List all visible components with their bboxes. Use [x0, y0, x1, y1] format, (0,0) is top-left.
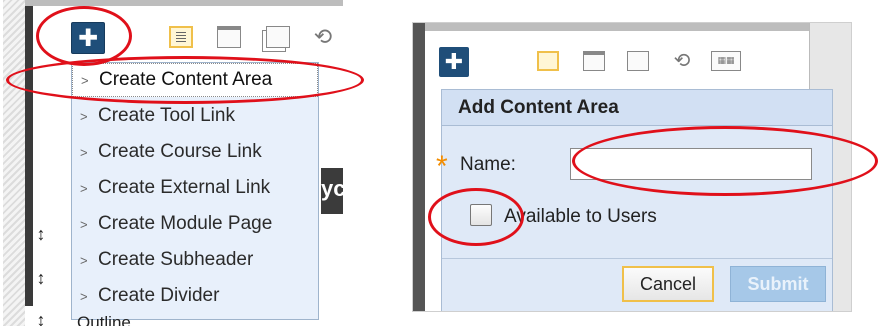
chevron-right-icon: > [80, 252, 88, 268]
chevron-right-icon: > [80, 216, 88, 232]
folder-icon[interactable] [583, 51, 605, 71]
menu-item-label: Create Divider [98, 285, 220, 306]
drag-handle-icon[interactable]: ↕ [33, 268, 49, 289]
menu-item-create-course-link[interactable]: > Create Course Link [72, 135, 318, 169]
grid-icon[interactable]: ▦▦ [711, 51, 741, 71]
cancel-button[interactable]: Cancel [622, 266, 714, 302]
dark-side-strip [413, 23, 425, 311]
highlight-ring-available-checkbox [428, 188, 524, 246]
window-icon[interactable] [266, 26, 290, 48]
name-label: Name: [460, 154, 516, 175]
highlight-ring-name-input [572, 126, 878, 196]
list-view-icon[interactable] [169, 26, 193, 48]
menu-item-create-module-page[interactable]: > Create Module Page [72, 207, 318, 241]
hatched-margin [3, 0, 25, 326]
menu-item-label: Create External Link [98, 177, 271, 198]
highlight-ring-create-content-area [6, 56, 364, 104]
chevron-right-icon: > [80, 180, 88, 196]
dialog-title: Add Content Area [442, 90, 832, 126]
menu-item-label: Create Module Page [98, 213, 273, 234]
add-menu-item-button[interactable]: ✚ [439, 47, 469, 77]
outline-item-label: Outline [77, 313, 131, 326]
required-star-icon: * [436, 150, 448, 183]
chevron-right-icon: > [80, 144, 88, 160]
menu-item-create-external-link[interactable]: > Create External Link [72, 171, 318, 205]
menu-item-label: Create Subheader [98, 249, 254, 270]
menu-item-create-tool-link[interactable]: > Create Tool Link [72, 99, 318, 133]
dark-side-strip [25, 6, 33, 306]
menu-item-create-subheader[interactable]: > Create Subheader [72, 243, 318, 277]
frame-top-bar [425, 23, 851, 31]
chevron-right-icon: > [80, 108, 88, 124]
dialog-divider [442, 258, 832, 259]
window-icon[interactable] [627, 51, 649, 71]
refresh-icon[interactable]: ⟲ [671, 51, 693, 71]
folder-icon[interactable] [217, 26, 241, 48]
refresh-icon[interactable]: ⟲ [308, 26, 338, 48]
plus-icon: ✚ [444, 49, 464, 74]
chevron-right-icon: > [80, 288, 88, 304]
menu-item-label: Create Tool Link [98, 105, 235, 126]
drag-handle-icon[interactable]: ↕ [33, 224, 49, 245]
menu-item-create-divider[interactable]: > Create Divider [72, 279, 318, 313]
available-to-users-label: Available to Users [504, 206, 657, 227]
menu-item-label: Create Course Link [98, 141, 262, 162]
frame-top-bar [25, 0, 343, 6]
submit-button[interactable]: Submit [730, 266, 826, 302]
course-banner-text: yc [321, 176, 343, 201]
drag-handle-icon[interactable]: ↕ [33, 310, 49, 326]
list-view-icon[interactable] [537, 51, 559, 71]
